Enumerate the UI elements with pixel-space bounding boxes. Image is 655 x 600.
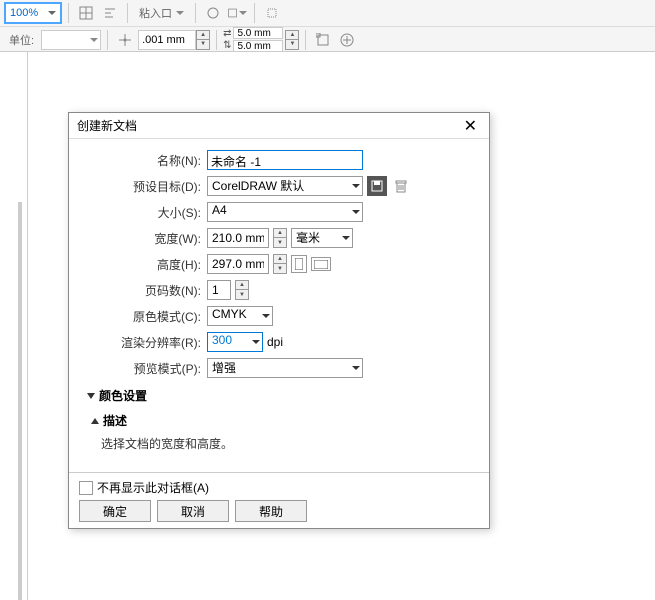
main-toolbar: 100% 粘入口 单位: ▲▼ ⇄⇅ ▲▼ (0, 0, 655, 52)
preset-label: 预设目标(D): (83, 178, 207, 195)
close-button[interactable]: ✕ (460, 116, 481, 136)
resolution-label: 渲染分辨率(R): (83, 334, 207, 351)
pages-label: 页码数(N): (83, 282, 207, 299)
align-icon[interactable] (99, 2, 121, 24)
new-document-dialog: 创建新文档 ✕ 名称(N): 未命名 -1 预设目标(D): CorelDRAW… (68, 112, 490, 529)
nudge-icon (114, 29, 136, 51)
height-spinner[interactable]: ▲▼ (273, 254, 287, 274)
dpi-label: dpi (267, 335, 283, 349)
dup-x-field[interactable] (233, 27, 283, 39)
save-preset-button[interactable] (367, 176, 387, 196)
size-combo[interactable]: A4 (207, 202, 363, 222)
add-icon[interactable] (336, 29, 358, 51)
description-text: 选择文档的宽度和高度。 (83, 433, 475, 464)
height-label: 高度(H): (83, 256, 207, 273)
ok-button[interactable]: 确定 (79, 500, 151, 522)
pages-spinner[interactable]: ▲▼ (235, 280, 249, 300)
paste-options[interactable]: 粘入口 (134, 2, 189, 24)
grid-icon[interactable] (75, 2, 97, 24)
preview-label: 预览模式(P): (83, 360, 207, 377)
chevron-down-icon (87, 393, 95, 399)
tool-icon-b[interactable] (226, 2, 248, 24)
vertical-ruler (0, 52, 28, 600)
size-label: 大小(S): (83, 204, 207, 221)
dont-show-checkbox[interactable]: 不再显示此对话框(A) (79, 479, 209, 496)
description-section[interactable]: 描述 (87, 412, 475, 429)
dup-y-field[interactable] (233, 40, 283, 52)
orientation-portrait[interactable] (291, 255, 307, 273)
nudge-spinner[interactable]: ▲▼ (196, 30, 210, 50)
duplicate-arrows: ⇄⇅ (223, 28, 231, 51)
dialog-title: 创建新文档 (77, 117, 137, 134)
nudge-field[interactable]: ▲▼ (138, 30, 210, 50)
delete-preset-button[interactable] (391, 176, 411, 196)
unit-combo[interactable] (41, 30, 101, 50)
zoom-value: 100% (10, 7, 38, 19)
zoom-combo[interactable]: 100% (4, 2, 62, 24)
preset-combo[interactable]: CorelDRAW 默认 (207, 176, 363, 196)
width-spinner[interactable]: ▲▼ (273, 228, 287, 248)
width-label: 宽度(W): (83, 230, 207, 247)
width-input[interactable] (207, 228, 269, 248)
unit-combo[interactable]: 毫米 (291, 228, 353, 248)
cancel-button[interactable]: 取消 (157, 500, 229, 522)
tool-icon-a[interactable] (202, 2, 224, 24)
resolution-combo[interactable]: 300 (207, 332, 263, 352)
colormode-label: 原色模式(C): (83, 308, 207, 325)
color-settings-section[interactable]: 颜色设置 (87, 387, 475, 404)
pages-input[interactable] (207, 280, 231, 300)
orientation-landscape[interactable] (311, 257, 331, 271)
dialog-titlebar: 创建新文档 ✕ (69, 113, 489, 139)
dup-spinner[interactable]: ▲▼ (285, 30, 299, 50)
help-button[interactable]: 帮助 (235, 500, 307, 522)
unit-label: 单位: (4, 29, 39, 51)
name-label: 名称(N): (83, 152, 207, 169)
frame-icon[interactable] (312, 29, 334, 51)
tool-icon-c[interactable] (261, 2, 283, 24)
chevron-up-icon (91, 418, 99, 424)
name-input[interactable]: 未命名 -1 (207, 150, 363, 170)
height-input[interactable] (207, 254, 269, 274)
preview-combo[interactable]: 增强 (207, 358, 363, 378)
colormode-combo[interactable]: CMYK (207, 306, 273, 326)
